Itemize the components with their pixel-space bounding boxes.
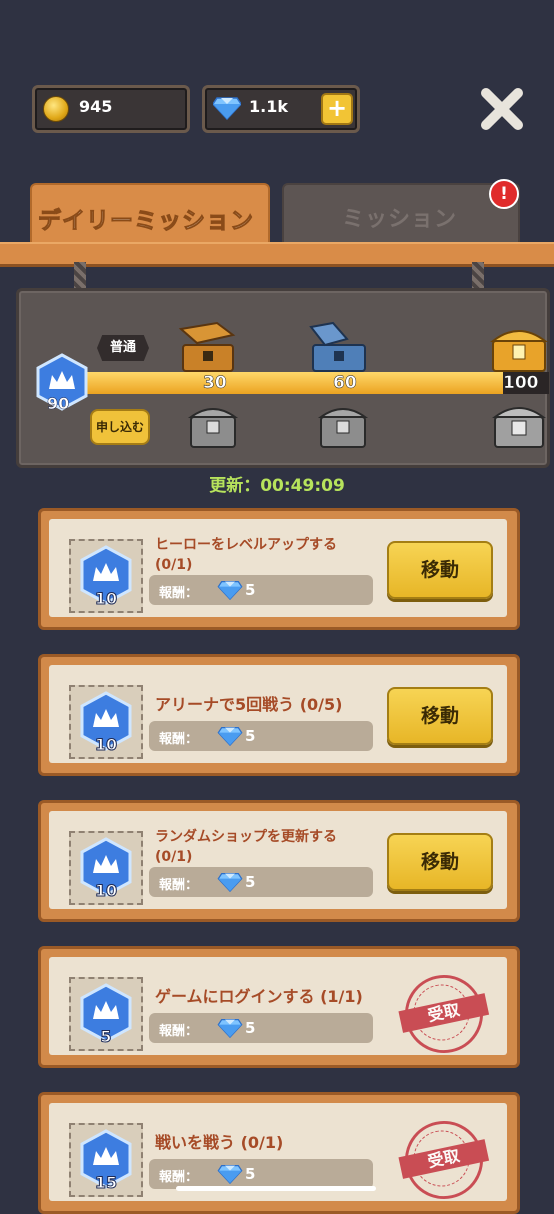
mission-icon-frame: 10	[69, 685, 143, 759]
difficulty-tag: 普通	[97, 335, 149, 361]
mission-icon-frame: 5	[69, 977, 143, 1051]
mission-points: 10	[94, 881, 118, 901]
claimed-stamp: 受取	[397, 967, 491, 1061]
go-button[interactable]: 移動	[387, 687, 493, 745]
mission-title: ゲームにログインする (1/1)	[155, 987, 363, 1006]
reward-label: 報酬：	[159, 878, 199, 893]
apply-button[interactable]: 申し込む	[90, 409, 150, 445]
mission-title: ランダムショップを更新する	[155, 829, 337, 845]
reward-pill: 報酬： 5	[149, 1013, 373, 1043]
reward-label: 報酬：	[159, 1170, 199, 1185]
gem-counter: 1.1k +	[202, 85, 360, 133]
chest-silver-icon[interactable]	[187, 401, 239, 449]
add-gems-button[interactable]: +	[321, 93, 353, 125]
mission-title: 戦いを戦う (0/1)	[155, 1133, 284, 1152]
milestone-30: 30	[203, 373, 227, 394]
close-icon[interactable]	[478, 85, 526, 133]
chest-silver-icon[interactable]	[317, 401, 369, 449]
diamond-icon	[217, 873, 243, 892]
mission-card-body: 10 アリーナで5回戦う (0/5) 報酬： 5 移動	[49, 665, 507, 763]
mission-title: アリーナで5回戦う (0/5)	[155, 695, 343, 714]
mission-card-body: 5 ゲームにログインする (1/1) 報酬： 5 受取	[49, 957, 507, 1061]
mission-card: 10 ランダムショップを更新する (0/1) 報酬： 5 移動	[38, 800, 520, 922]
reward-pill: 報酬： 5	[149, 1159, 373, 1189]
diamond-icon	[217, 727, 243, 746]
gold-counter: 945	[32, 85, 190, 133]
mission-card: 15 戦いを戦う (0/1) 報酬： 5 受取	[38, 1092, 520, 1214]
reward-amount: 5	[245, 1165, 256, 1183]
reward-amount: 5	[245, 727, 256, 745]
mission-points: 15	[94, 1173, 118, 1193]
chest-silver-icon[interactable]	[491, 399, 547, 449]
reward-label: 報酬：	[159, 1024, 199, 1039]
mission-title: ヒーローをレベルアップする	[155, 537, 337, 553]
go-button[interactable]: 移動	[387, 833, 493, 891]
reward-amount: 5	[245, 581, 256, 599]
mission-card: 10 ヒーローをレベルアップする (0/1) 報酬： 5 移動	[38, 508, 520, 630]
gem-amount: 1.1k	[249, 97, 288, 116]
reward-pill: 報酬： 5	[149, 575, 373, 605]
diamond-icon	[213, 97, 241, 120]
gold-amount: 945	[79, 97, 113, 116]
reward-amount: 5	[245, 873, 256, 891]
mission-card-body: 10 ランダムショップを更新する (0/1) 報酬： 5 移動	[49, 811, 507, 909]
mission-card: 10 アリーナで5回戦う (0/5) 報酬： 5 移動	[38, 654, 520, 776]
mission-progress: (0/1)	[155, 557, 193, 573]
reward-pill: 報酬： 5	[149, 867, 373, 897]
go-button[interactable]: 移動	[387, 541, 493, 599]
mission-points: 5	[100, 1027, 112, 1047]
reward-amount: 5	[245, 1019, 256, 1037]
home-indicator	[176, 1186, 376, 1191]
mission-icon-frame: 10	[69, 539, 143, 613]
mission-progress: (0/1)	[155, 849, 193, 865]
tab-missions-label: ミッション	[342, 207, 458, 232]
mission-card: 5 ゲームにログインする (1/1) 報酬： 5 受取	[38, 946, 520, 1068]
tab-daily-missions[interactable]: デイリーミッション	[30, 183, 270, 247]
progress-fill	[84, 372, 503, 394]
alert-badge: !	[489, 179, 519, 209]
progress-board: 普通 90 申し込む 30 60 100	[16, 288, 550, 468]
points-value: 90	[47, 394, 70, 414]
tab-missions[interactable]: ミッション	[282, 183, 520, 245]
reward-label: 報酬：	[159, 586, 199, 601]
reward-pill: 報酬： 5	[149, 721, 373, 751]
diamond-icon	[217, 581, 243, 600]
diamond-icon	[217, 1165, 243, 1184]
diamond-icon	[217, 1019, 243, 1038]
milestone-60: 60	[333, 373, 357, 394]
mission-icon-frame: 10	[69, 831, 143, 905]
milestone-100: 100	[503, 373, 539, 394]
mission-points: 10	[94, 589, 118, 609]
chest-steel-icon[interactable]	[307, 321, 371, 373]
gold-coin-icon	[43, 96, 69, 122]
reward-label: 報酬：	[159, 732, 199, 747]
tab-daily-label: デイリーミッション	[38, 208, 254, 235]
mission-points: 10	[94, 735, 118, 755]
chest-bronze-icon[interactable]	[177, 321, 239, 373]
chest-gold-icon[interactable]	[489, 321, 549, 373]
refresh-timer: 更新：00:49:09	[209, 476, 345, 496]
mission-card-body: 10 ヒーローをレベルアップする (0/1) 報酬： 5 移動	[49, 519, 507, 617]
mission-icon-frame: 15	[69, 1123, 143, 1197]
claimed-stamp: 受取	[397, 1113, 491, 1207]
